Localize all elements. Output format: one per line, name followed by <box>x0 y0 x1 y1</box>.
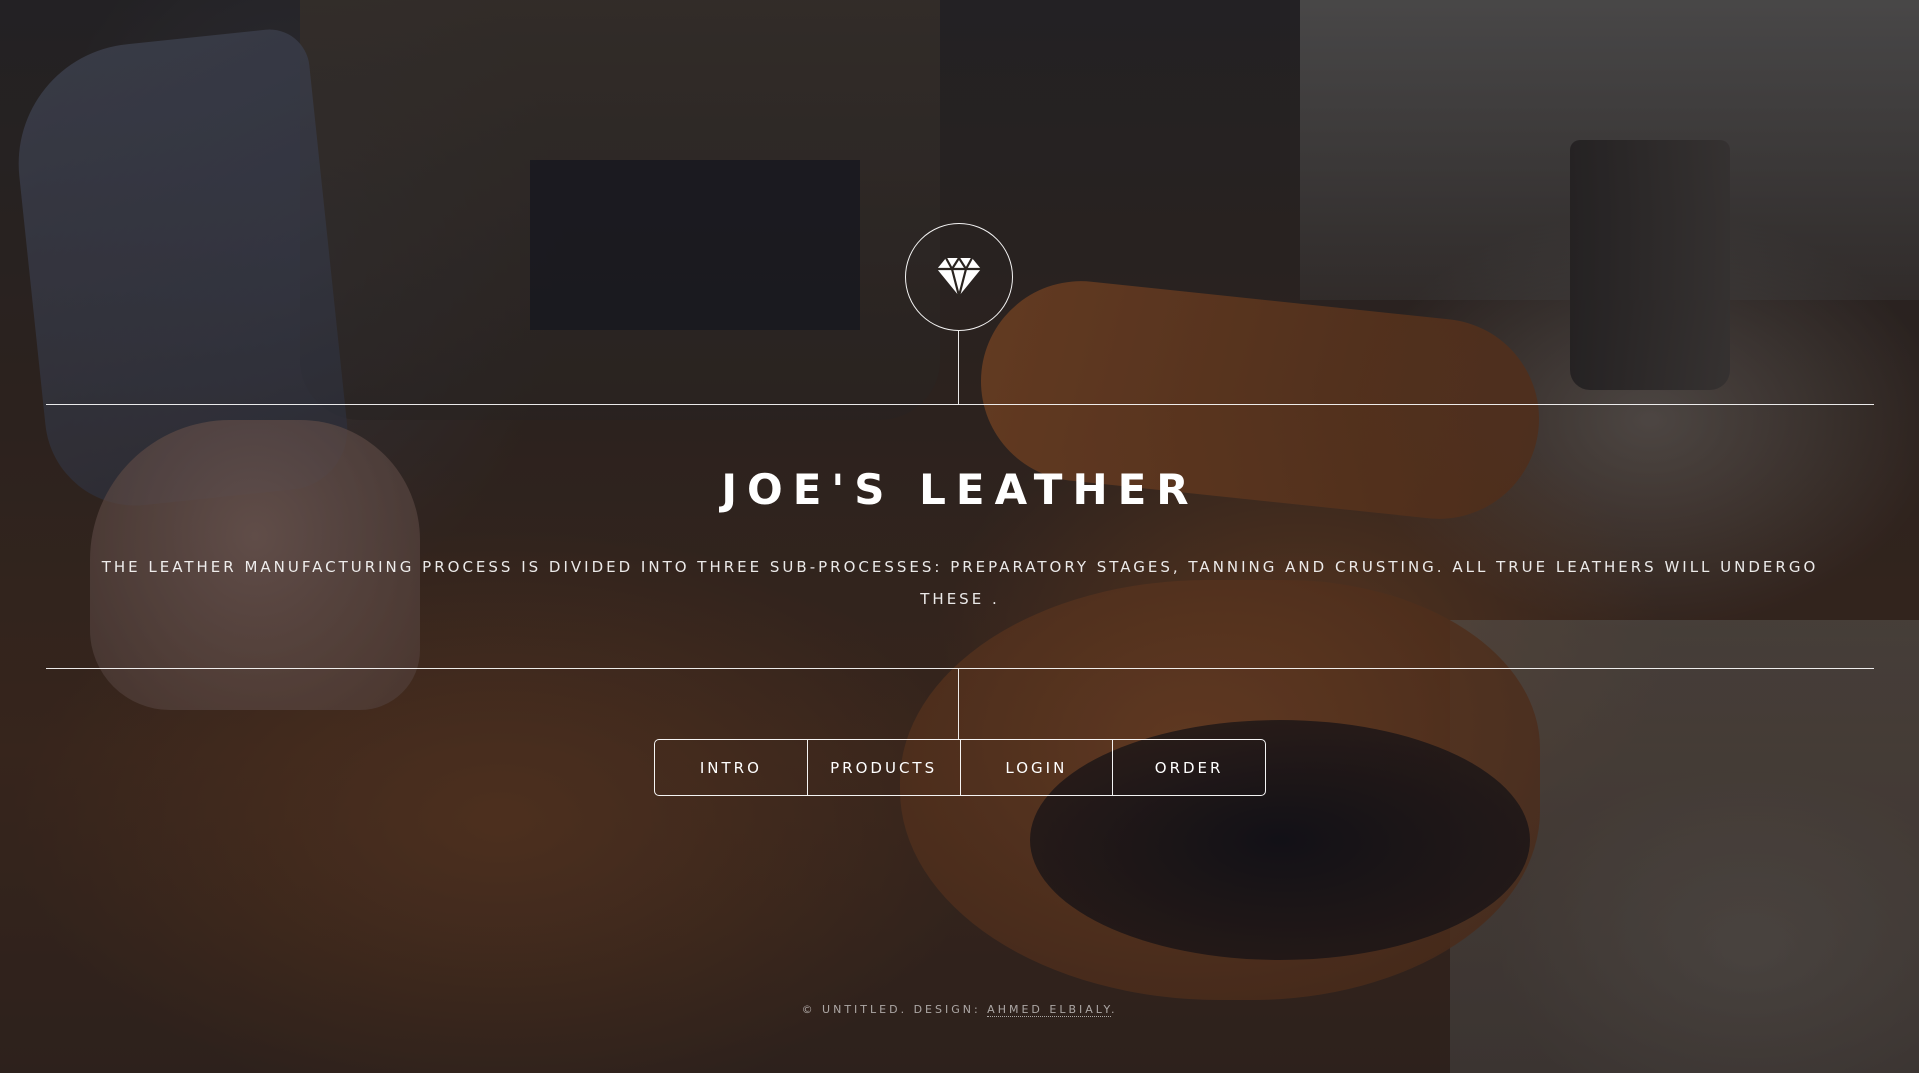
connector-line-top <box>958 331 959 404</box>
nav-item-order[interactable]: ORDER <box>1112 740 1265 795</box>
site-tagline: THE LEATHER MANUFACTURING PROCESS IS DIV… <box>101 558 1819 608</box>
logo <box>905 223 1013 331</box>
divider-bottom <box>46 668 1874 669</box>
nav-item-products[interactable]: PRODUCTS <box>806 740 960 795</box>
footer-suffix: . <box>1110 1003 1118 1016</box>
page: JOE'S LEATHER THE LEATHER MANUFACTURING … <box>0 0 1919 1073</box>
footer-designer-link[interactable]: AHMED ELBIALY <box>987 1003 1111 1017</box>
diamond-icon <box>937 256 981 298</box>
nav-item-login[interactable]: LOGIN <box>959 740 1113 795</box>
intro-content: JOE'S LEATHER THE LEATHER MANUFACTURING … <box>46 405 1874 668</box>
connector-line-bottom <box>958 669 959 739</box>
footer-copyright: © UNTITLED. DESIGN: <box>801 1003 988 1016</box>
nav-item-intro[interactable]: INTRO <box>655 740 807 795</box>
footer: © UNTITLED. DESIGN: AHMED ELBIALY. <box>0 1003 1919 1017</box>
main-nav: INTRO PRODUCTS LOGIN ORDER <box>654 739 1266 796</box>
site-title: JOE'S LEATHER <box>721 465 1199 514</box>
